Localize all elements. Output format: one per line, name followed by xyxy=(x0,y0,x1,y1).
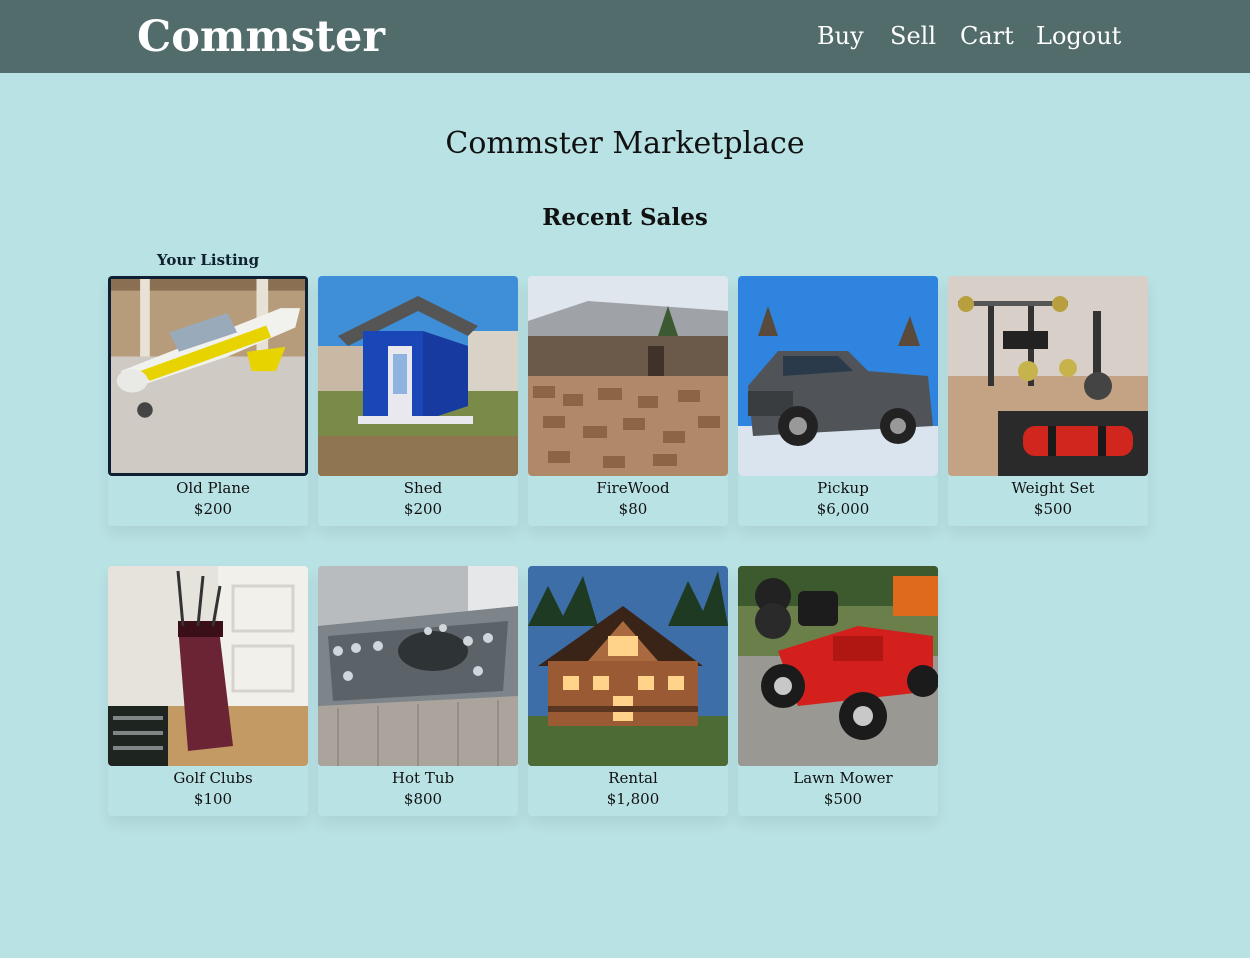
small-airplane-photo xyxy=(108,276,308,476)
hot-tub-photo xyxy=(318,566,518,766)
listing-name: Pickup xyxy=(817,479,869,497)
riding-mower-photo xyxy=(738,566,938,766)
nav-link-cart[interactable]: Cart xyxy=(960,20,1014,52)
listing-price: $500 xyxy=(823,790,863,808)
top-navbar: Commster Buy Sell Cart Logout xyxy=(0,0,1250,73)
cabin-house-photo xyxy=(528,566,728,766)
listing-price: $200 xyxy=(403,500,443,518)
pickup-truck-photo xyxy=(738,276,938,476)
listing-name: Lawn Mower xyxy=(793,769,893,787)
nav-link-sell[interactable]: Sell xyxy=(890,20,936,52)
listing-name: Hot Tub xyxy=(391,769,455,787)
listing-price: $1,800 xyxy=(606,790,660,808)
section-heading: Recent Sales xyxy=(542,204,708,231)
listing-price: $100 xyxy=(193,790,233,808)
firewood-pile-photo xyxy=(528,276,728,476)
nav-link-buy[interactable]: Buy xyxy=(817,20,864,52)
listing-price: $800 xyxy=(403,790,443,808)
blue-shed-photo xyxy=(318,276,518,476)
listing-card[interactable]: Old Plane $200 xyxy=(108,276,308,526)
golf-bag-photo xyxy=(108,566,308,766)
listing-card[interactable]: Lawn Mower $500 xyxy=(738,566,938,816)
listing-name: Rental xyxy=(608,769,658,787)
listing-card[interactable]: Shed $200 xyxy=(318,276,518,526)
weight-set-photo xyxy=(948,276,1148,476)
page-title: Commster Marketplace xyxy=(445,126,805,161)
listing-price: $6,000 xyxy=(816,500,870,518)
listing-card[interactable]: Weight Set $500 xyxy=(948,276,1148,526)
listing-name: Shed xyxy=(403,479,443,497)
listing-card[interactable]: Golf Clubs $100 xyxy=(108,566,308,816)
brand-logo[interactable]: Commster xyxy=(137,9,385,65)
listing-card[interactable]: Hot Tub $800 xyxy=(318,566,518,816)
listing-price: $200 xyxy=(193,500,233,518)
listing-price: $80 xyxy=(618,500,648,518)
listing-card[interactable]: Pickup $6,000 xyxy=(738,276,938,526)
listing-card[interactable]: Rental $1,800 xyxy=(528,566,728,816)
listing-name: Old Plane xyxy=(176,479,250,497)
listing-name: Golf Clubs xyxy=(173,769,253,787)
listing-name: Weight Set xyxy=(1011,479,1095,497)
listing-name: FireWood xyxy=(596,479,670,497)
your-listing-label: Your Listing xyxy=(156,251,260,269)
listing-card[interactable]: FireWood $80 xyxy=(528,276,728,526)
listing-price: $500 xyxy=(1033,500,1073,518)
nav-link-logout[interactable]: Logout xyxy=(1036,20,1121,52)
